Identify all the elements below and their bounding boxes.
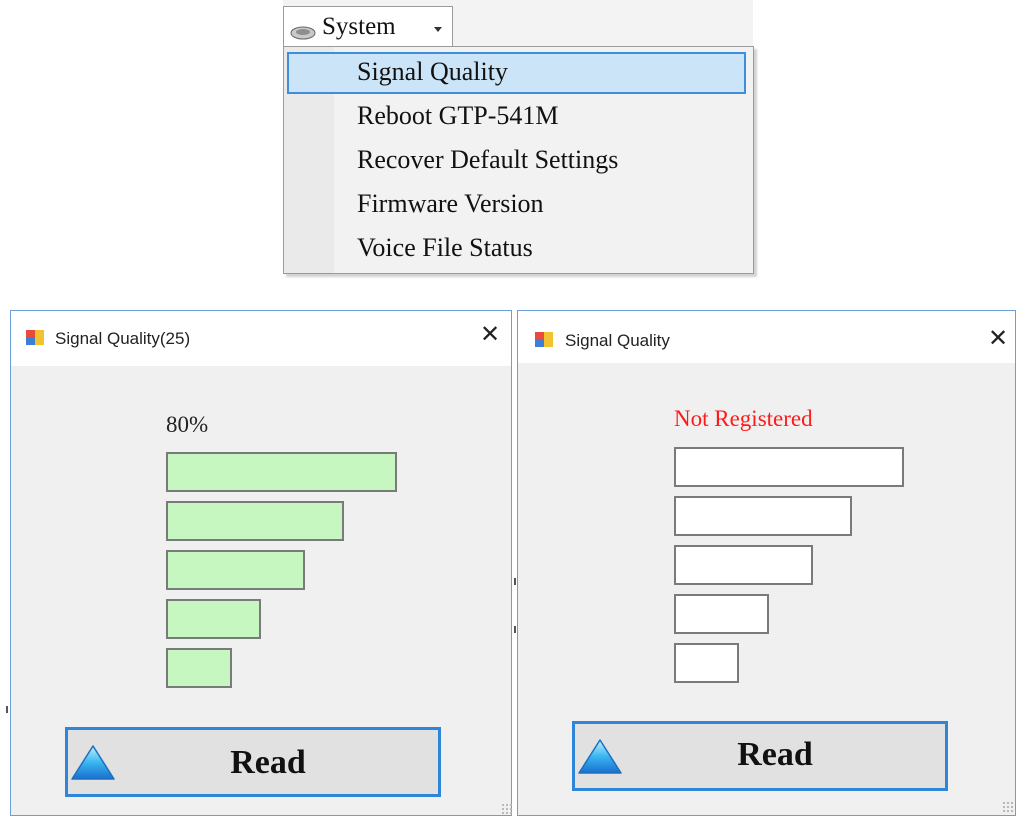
app-icon — [25, 329, 45, 352]
signal-bar-1 — [674, 643, 739, 683]
window-title: Signal Quality(25) — [55, 329, 191, 348]
read-button-label: Read — [737, 736, 813, 773]
signal-quality-dialog-left: Signal Quality(25) ✕ 80% Read — [10, 310, 513, 816]
read-button[interactable]: Read — [572, 721, 948, 791]
close-icon[interactable]: ✕ — [480, 323, 500, 347]
window-edge-mark — [514, 626, 516, 633]
read-button-label: Read — [230, 744, 306, 781]
signal-quality-dialog-right: Signal Quality ✕ Not Registered Read — [517, 310, 1016, 816]
menu-item-recover-defaults[interactable]: Recover Default Settings — [287, 140, 746, 182]
window-title: Signal Quality — [565, 331, 670, 350]
signal-bar-4 — [166, 501, 344, 541]
menu-item-label: Signal Quality — [357, 57, 508, 86]
close-icon[interactable]: ✕ — [988, 327, 1008, 351]
signal-bar-5 — [166, 452, 397, 492]
title-bar: Signal Quality ✕ — [518, 311, 1015, 363]
menu-item-label: Reboot GTP-541M — [357, 101, 559, 130]
menu-bar: System — [283, 0, 753, 48]
window-edge-mark — [514, 578, 516, 585]
signal-percent-label: 80% — [166, 412, 209, 437]
signal-bar-4 — [674, 496, 852, 536]
signal-bar-5 — [674, 447, 904, 487]
app-icon — [534, 331, 554, 354]
system-icon — [290, 19, 316, 47]
signal-bar-2 — [674, 594, 769, 634]
system-dropdown-menu: Signal Quality Reboot GTP-541M Recover D… — [283, 46, 754, 274]
menu-item-reboot[interactable]: Reboot GTP-541M — [287, 96, 746, 138]
menu-item-label: Recover Default Settings — [357, 145, 619, 174]
signal-bar-1 — [166, 648, 232, 688]
signal-bar-3 — [674, 545, 813, 585]
registration-status-label: Not Registered — [674, 406, 813, 431]
window-edge-mark — [6, 706, 8, 713]
resize-grip[interactable] — [1002, 801, 1014, 813]
system-menu-label: System — [322, 13, 396, 40]
chevron-down-icon — [434, 27, 442, 32]
menu-item-label: Firmware Version — [357, 189, 544, 218]
system-menu-button[interactable]: System — [283, 6, 453, 46]
menu-item-firmware-version[interactable]: Firmware Version — [287, 184, 746, 226]
signal-bar-3 — [166, 550, 305, 590]
read-button[interactable]: Read — [65, 727, 441, 797]
menu-item-voice-file-status[interactable]: Voice File Status — [287, 228, 746, 270]
signal-bar-2 — [166, 599, 261, 639]
resize-grip[interactable] — [501, 803, 513, 815]
menu-item-signal-quality[interactable]: Signal Quality — [287, 52, 746, 94]
title-bar: Signal Quality(25) ✕ — [11, 311, 511, 366]
menu-item-label: Voice File Status — [357, 233, 533, 262]
